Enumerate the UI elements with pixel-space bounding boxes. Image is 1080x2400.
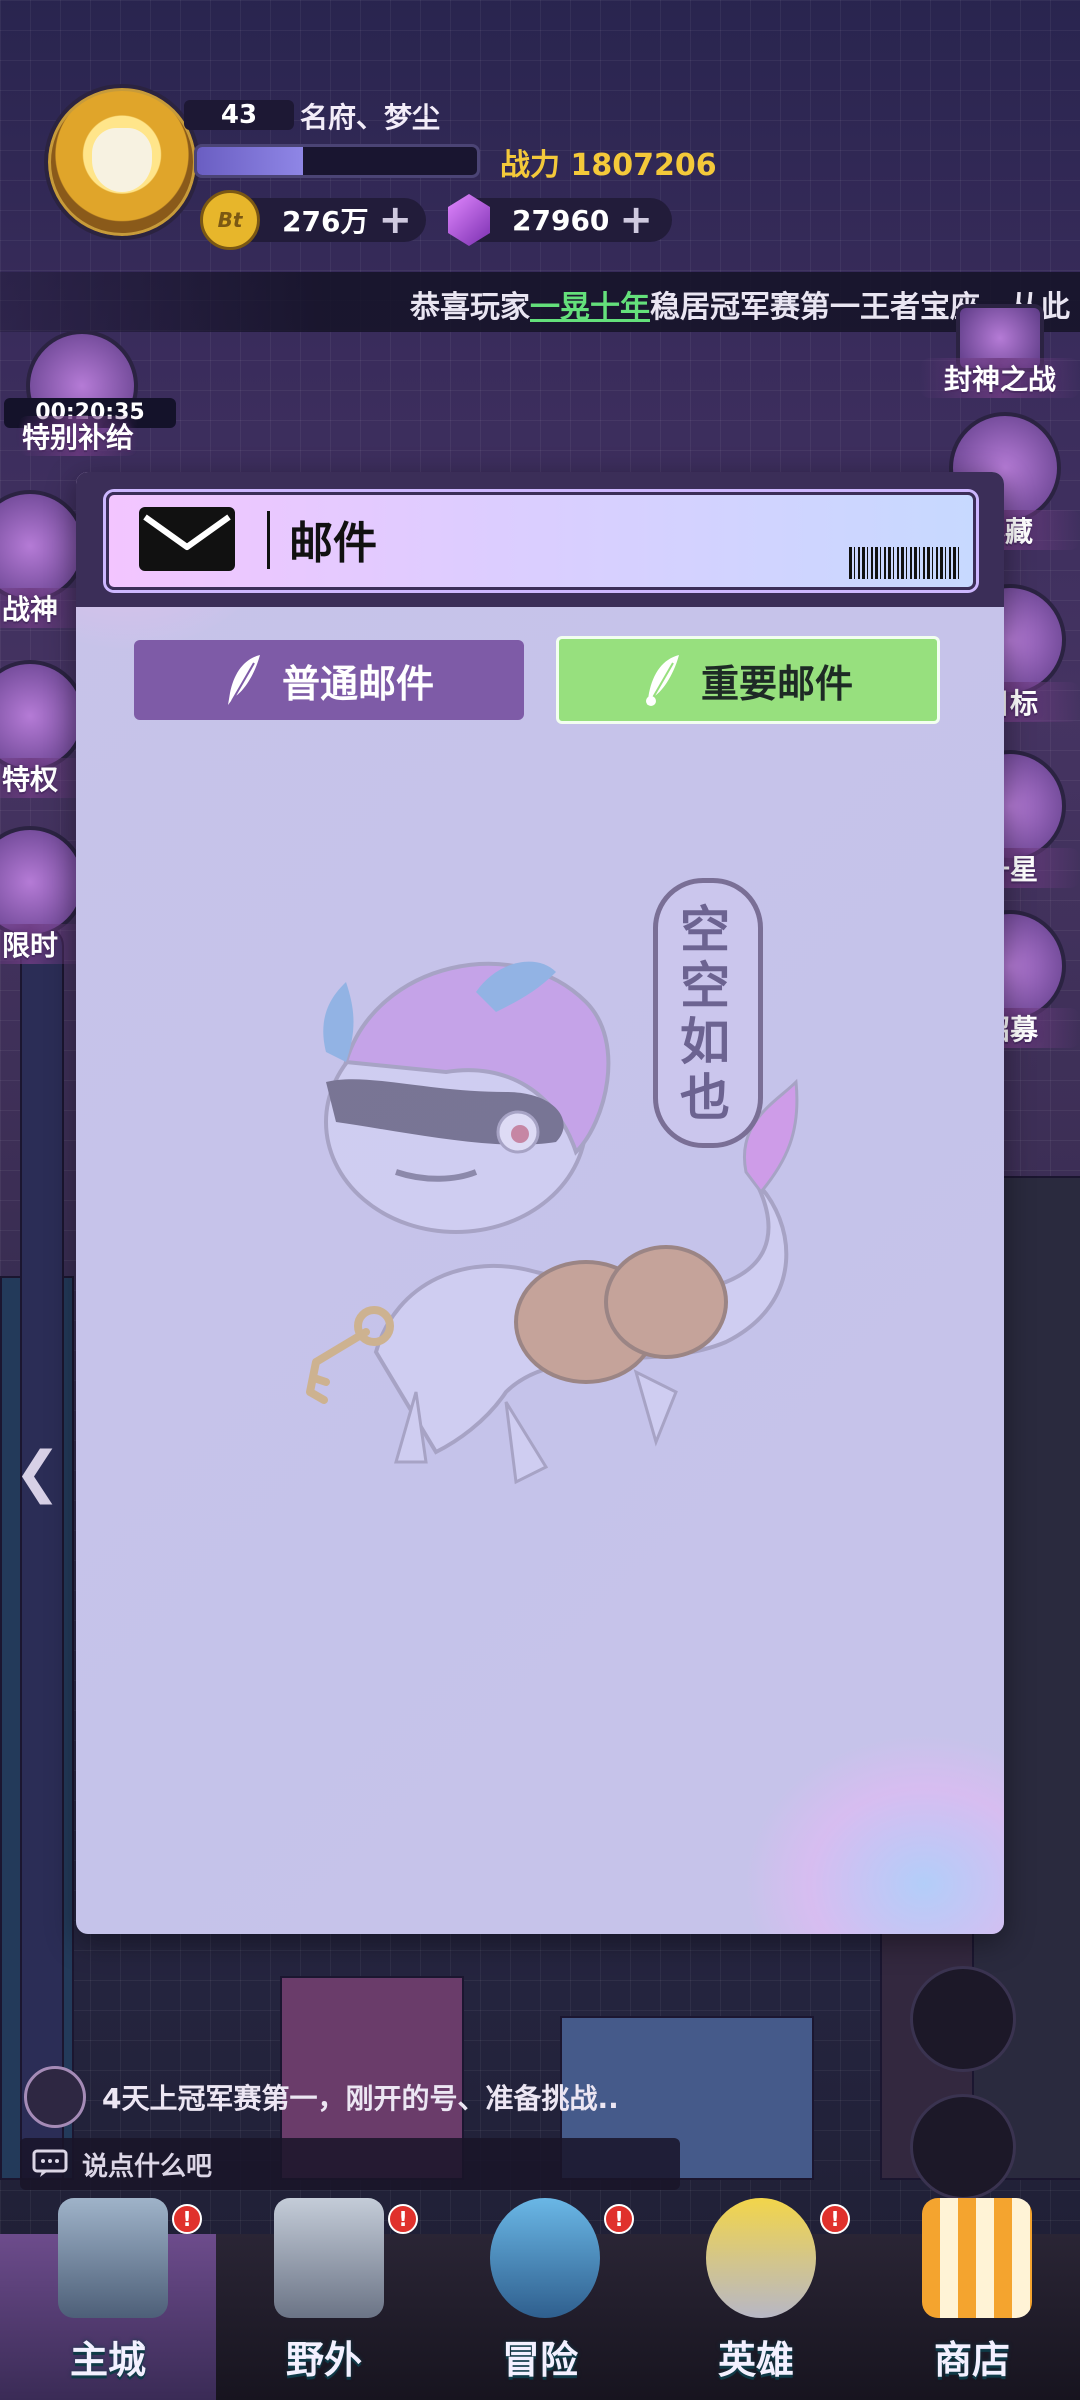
chat-avatar [24,2066,86,2128]
title-divider [267,511,270,569]
mail-dialog: 邮件 普通邮件 重要邮件 空空如也 [76,472,1004,1934]
shop-icon [922,2198,1032,2318]
add-gems-button[interactable]: + [619,200,665,240]
chat-message-text: 4天上冠军赛第一，刚开的号、准备挑战.. [102,2082,619,2115]
nav-label: 冒险 [501,2338,578,2382]
notification-badge: ! [388,2204,418,2234]
barcode-decoration [849,547,959,579]
nav-label: 主城 [69,2338,146,2382]
quill-icon [227,655,260,705]
envelope-icon [139,507,235,571]
tab-normal-label: 普通邮件 [281,661,434,706]
notification-badge: ! [172,2204,202,2234]
mail-title: 邮件 [289,518,377,569]
quill-icon [645,655,679,706]
add-coins-button[interactable]: + [378,200,424,240]
event-icon [0,826,86,938]
nav-wild[interactable]: ! 野外 [216,2198,432,2400]
nav-adventure[interactable]: ! 冒险 [432,2198,648,2400]
coin-counter: Bt 276万 + [200,190,426,250]
combat-power: 战力 1807206 [500,148,717,183]
coin-amount: 276万 [282,205,369,238]
nav-label: 野外 [285,2338,362,2382]
chat-input[interactable]: 说点什么吧 [20,2138,680,2190]
gem-counter: 27960 + [448,194,672,246]
chat-bubble-icon [32,2149,68,2177]
tab-important-label: 重要邮件 [700,661,853,706]
notification-badge: ! [604,2204,634,2234]
event-icon [0,490,86,602]
experience-fill [197,147,304,175]
nav-main-city[interactable]: ! 主城 [0,2198,216,2400]
chevron-left-icon[interactable]: ❮ [14,1440,61,1505]
event-label: 封神之战 [920,358,1080,398]
notification-badge: ! [820,2204,850,2234]
player-avatar[interactable] [44,84,200,240]
player-name: 名府、梦尘 [300,101,441,134]
heroes-icon [706,2198,816,2318]
nav-heroes[interactable]: ! 英雄 [648,2198,864,2400]
wild-icon [274,2198,384,2318]
coin-icon: Bt [200,190,260,250]
event-fengshen[interactable]: 封神之战 [920,304,1080,398]
tab-important-mail[interactable]: 重要邮件 [556,636,940,724]
world-chat-message[interactable]: 4天上冠军赛第一，刚开的号、准备挑战.. [24,2066,619,2128]
bottom-navigation: ! 主城 ! 野外 ! 冒险 ! 英雄 商店 [0,2198,1080,2400]
chat-placeholder: 说点什么吧 [82,2151,213,2182]
empty-state-text: 空空如也 [680,901,730,1127]
mail-header: 邮件 [76,472,1004,607]
event-label: 特别补给 [18,416,138,456]
nav-shop[interactable]: 商店 [864,2198,1080,2400]
announcement-player[interactable]: 一晃十年 [530,290,650,325]
player-level: 43 [184,100,294,130]
experience-bar [194,144,480,178]
event-icon [0,660,86,772]
event-special-supply-label-wrap: 特别补给 [18,416,138,456]
nav-label: 英雄 [717,2338,794,2382]
ranking-button[interactable] [910,2094,1016,2200]
tab-normal-mail[interactable]: 普通邮件 [134,640,524,720]
gem-amount: 27960 [512,203,610,237]
main-city-icon [58,2198,168,2318]
guild-button[interactable] [910,1966,1016,2072]
nav-label: 商店 [933,2338,1010,2382]
mail-title-bar: 邮件 [106,492,976,590]
adventure-icon [490,2198,600,2318]
